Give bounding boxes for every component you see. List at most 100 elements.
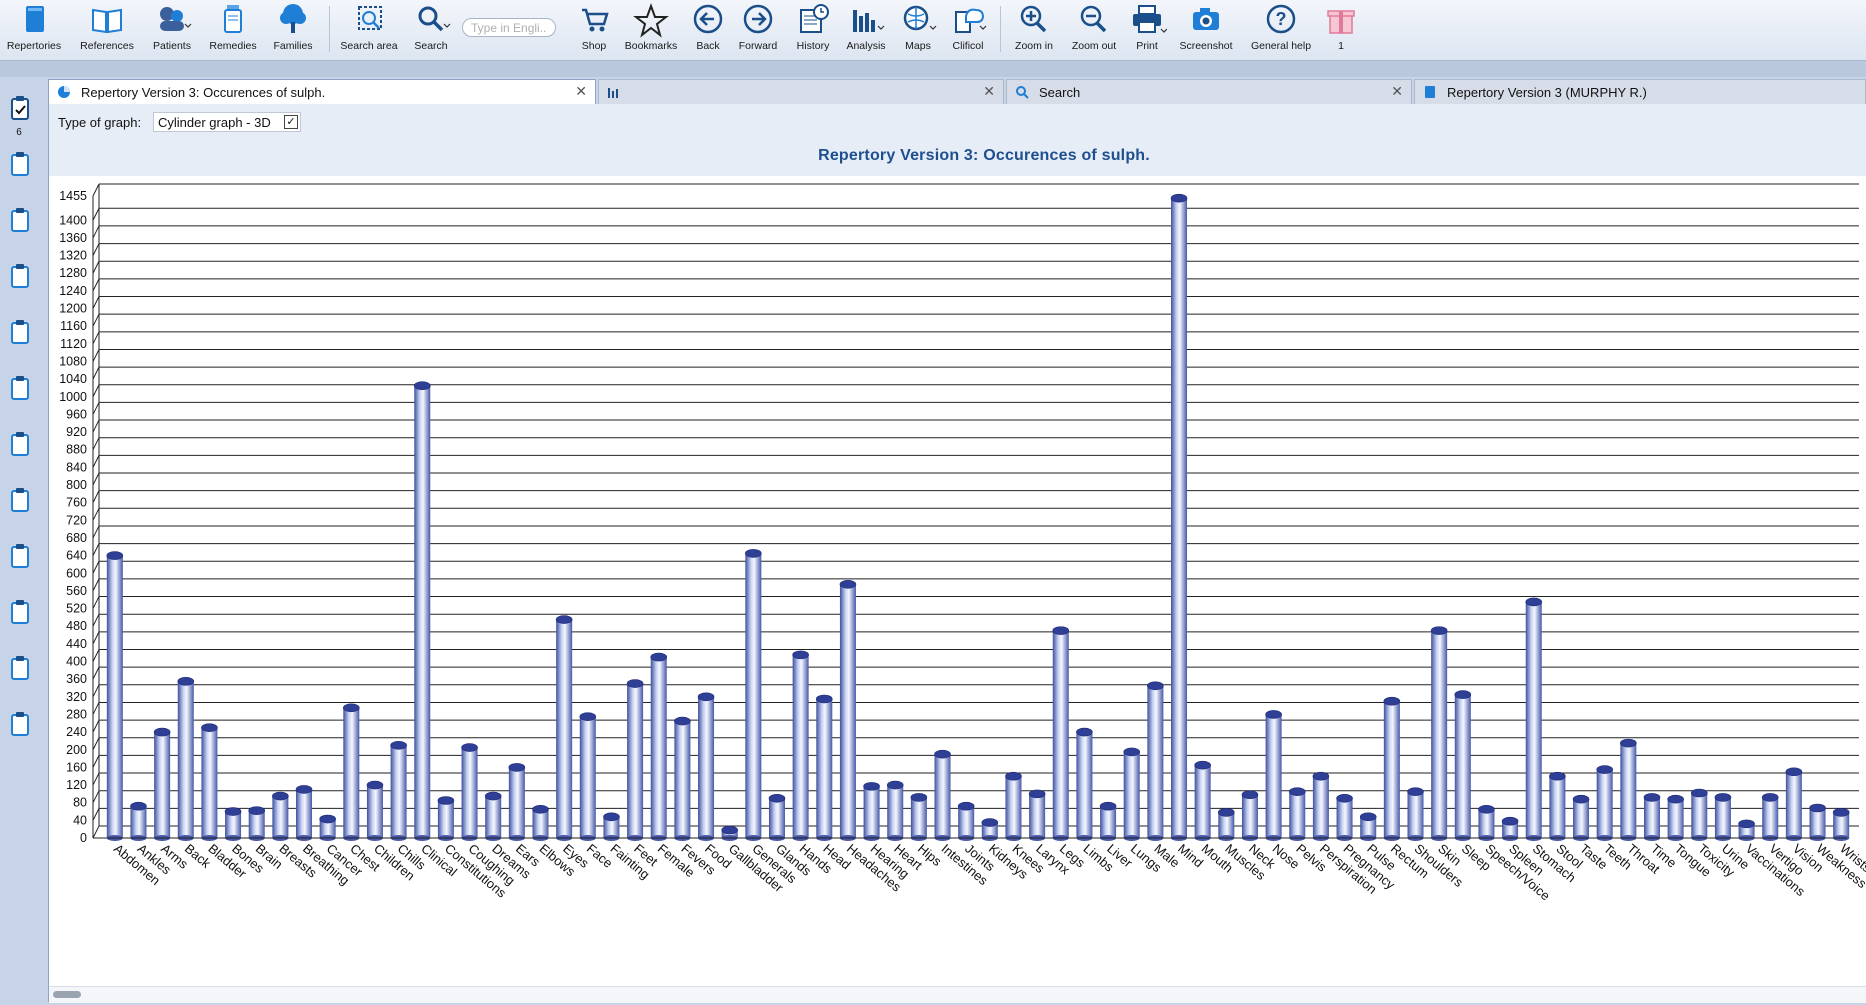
clificol-button[interactable]: Clificol [946,2,990,58]
bar-cap [343,703,360,713]
print-button[interactable]: Print [1128,2,1167,58]
zoom-out-button[interactable]: Zoom out [1066,2,1122,58]
bar [674,721,691,838]
bar [272,796,289,838]
bar [1336,798,1353,838]
tab-repertory[interactable]: Repertory Version 3 (MURPHY R.) [1414,79,1866,104]
bookmarks-button[interactable]: Bookmarks [622,2,680,58]
bar-cap [177,677,195,686]
bar [154,732,171,838]
graph-type-dropdown[interactable]: Cylinder graph - 3D ✓ [153,112,301,132]
bar [485,796,502,838]
book-icon [26,6,44,32]
gridline-depth [92,208,100,221]
forward-button[interactable]: Forward [736,2,780,58]
maps-button[interactable]: Maps [896,2,940,58]
tab-chart[interactable]: ✕ [598,79,1004,104]
toolbar-band [0,61,1866,77]
bar-cap [697,692,715,702]
gift-count: 1 [1338,40,1344,52]
y-tick-label: 600 [66,566,87,580]
shop-button[interactable]: Shop [574,2,614,58]
clipboard-icon[interactable] [10,207,30,233]
zoom-in-button[interactable]: Zoom in [1008,2,1060,58]
y-tick-label: 720 [66,513,87,527]
gridline-depth [92,684,100,698]
bar-cap [745,549,762,558]
bar [1123,751,1140,838]
close-icon[interactable]: ✕ [1391,83,1403,100]
clipboard-sidebar: 6 [0,77,44,1005]
search-button[interactable]: Search [408,2,454,58]
gridline-depth [92,260,100,274]
bar-chart-icon [608,88,618,98]
analysis-label: Analysis [846,40,886,52]
bar [1052,630,1069,838]
clipboard-icon[interactable] [10,487,30,513]
bar-cap [1785,767,1803,777]
bar [1407,791,1424,838]
gift-button[interactable]: 1 [1326,2,1356,58]
forward-label: Forward [738,40,778,52]
bar [1076,732,1093,838]
families-button[interactable]: Families [268,2,318,58]
clipboard-icon[interactable] [10,375,30,401]
bar [650,657,667,838]
screenshot-button[interactable]: Screenshot [1176,2,1236,58]
references-button[interactable]: References [76,2,138,58]
general-help-button[interactable]: ? General help [1248,2,1314,58]
patients-label: Patients [153,40,191,52]
bar [1478,809,1495,838]
clipboard-icon[interactable] [10,599,30,625]
clipboard-icon[interactable] [10,319,30,345]
search-label: Search [414,40,448,52]
bar-cap [886,780,904,790]
analysis-button[interactable]: Analysis [844,2,888,58]
chevron-down-icon: ✓ [284,115,298,129]
tab-label: Repertory Version 3 (MURPHY R.) [1447,84,1647,100]
bar [1100,806,1117,838]
history-button[interactable]: History [790,2,836,58]
close-icon[interactable]: ✕ [575,83,587,100]
search-icon [1016,86,1029,99]
y-tick-label: 1240 [59,284,87,298]
bar-cap [1123,747,1141,757]
x-tick-label: Back [182,841,214,871]
clipboard-icon[interactable] [10,151,30,177]
scrollbar-thumb[interactable] [53,991,81,998]
gridline-depth [92,437,100,450]
gridline-depth [92,472,100,486]
bar-cap [1407,787,1424,796]
bar-cap [1336,793,1353,803]
bar-cap [1028,789,1046,799]
tab-search[interactable]: Search ✕ [1006,79,1412,104]
bar-cap [130,801,147,811]
globe-icon [903,5,937,31]
graph-type-value: Cylinder graph - 3D [158,114,271,130]
bar [1525,601,1542,838]
patients-button[interactable]: Patients [146,2,198,58]
horizontal-scrollbar[interactable] [49,986,1866,1003]
clipboard-icon[interactable] [10,655,30,681]
clipboard-icon[interactable] [10,263,30,289]
history-icon [800,4,829,33]
gridline-depth [92,331,100,345]
repertories-button[interactable]: Repertories [4,2,64,58]
clipboard-checked-icon[interactable] [10,95,30,121]
bar [1005,776,1022,838]
clipboard-icon[interactable] [10,543,30,569]
close-icon[interactable]: ✕ [983,83,995,100]
bar [1809,807,1826,838]
bar [437,800,454,838]
clipboard-icon[interactable] [10,711,30,737]
gridline-depth [92,508,100,521]
search-input[interactable] [462,18,556,37]
tab-occurences-graph[interactable]: Repertory Version 3: Occurences of sulph… [48,79,596,104]
clipboard-icon[interactable] [10,431,30,457]
gridline-depth [92,578,100,592]
bar-cap [532,805,549,814]
search-area-button[interactable]: Search area [336,2,402,58]
back-button[interactable]: Back [688,2,728,58]
bar [768,798,785,838]
remedies-button[interactable]: Remedies [206,2,260,58]
